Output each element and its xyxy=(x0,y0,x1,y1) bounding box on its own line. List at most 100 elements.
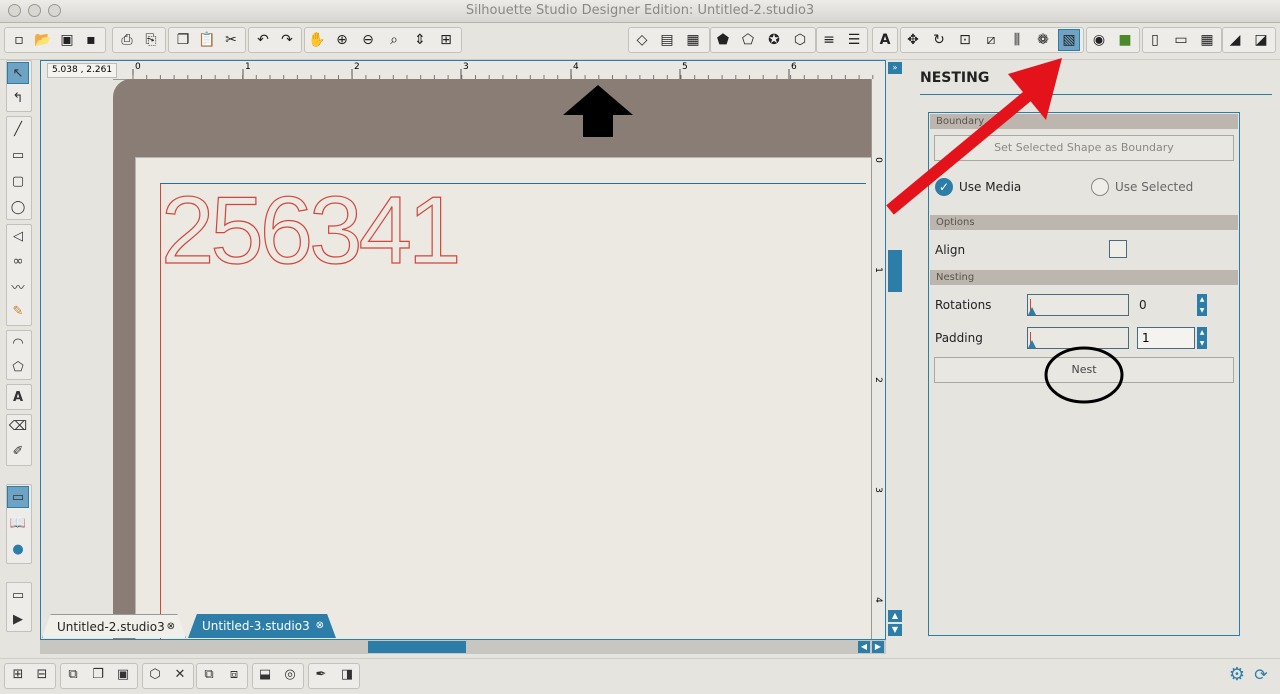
scroll-down-icon[interactable]: ▼ xyxy=(888,624,902,636)
line-style-icon[interactable]: ≡ xyxy=(818,29,840,51)
top-ruler: 0 1 2 3 4 5 6 5.038 , 2.261 xyxy=(41,61,885,80)
store-icon[interactable]: ● xyxy=(7,538,29,560)
library-view-icon[interactable]: 📖 xyxy=(7,512,29,534)
design-text[interactable]: 256341 xyxy=(161,179,461,271)
regular-polygon-icon[interactable]: ⬠ xyxy=(7,356,29,378)
ruler-number: 4 xyxy=(573,62,579,72)
zoom-select-icon[interactable]: ⌕ xyxy=(383,29,405,51)
rectangle-tool-icon[interactable]: ▭ xyxy=(7,144,29,166)
gradient-icon[interactable]: ✪ xyxy=(763,29,785,51)
send-to-cutter-icon[interactable]: ◪ xyxy=(1250,29,1272,51)
align-checkbox[interactable] xyxy=(1109,240,1127,258)
offset-icon[interactable]: ◉ xyxy=(1088,29,1110,51)
knife-tool-icon[interactable]: ✐ xyxy=(7,440,29,462)
close-tab-icon[interactable]: ⊗ xyxy=(167,615,175,638)
fill-pattern-icon[interactable]: ⬡ xyxy=(789,29,811,51)
zoom-out-icon[interactable]: ⊖ xyxy=(357,29,379,51)
release-compound-icon[interactable]: ❐ xyxy=(87,663,109,685)
scroll-left-icon[interactable]: ◀ xyxy=(858,641,870,653)
make-compound-icon[interactable]: ⧉ xyxy=(62,663,84,685)
play-icon[interactable]: ▶ xyxy=(7,608,29,630)
ungroup-icon[interactable]: ⊟ xyxy=(31,663,53,685)
vertical-scroll-thumb[interactable] xyxy=(888,250,902,292)
ruler-number: 3 xyxy=(463,62,469,72)
undo-icon[interactable]: ↶ xyxy=(252,29,274,51)
delete-icon[interactable]: ✕ xyxy=(169,663,191,685)
ruler-number: 4 xyxy=(872,597,883,603)
tab-label: Untitled-2.studio3 xyxy=(57,620,165,634)
select-tool-icon[interactable]: ↖ xyxy=(7,62,29,84)
copy-icon[interactable]: ❐ xyxy=(172,29,194,51)
ellipse-tool-icon[interactable]: ◯ xyxy=(7,196,29,218)
print-icon[interactable]: ⎙ xyxy=(116,29,138,51)
tab-label: Untitled-3.studio3 xyxy=(202,619,310,633)
grid-icon[interactable]: ▦ xyxy=(682,29,704,51)
fit-page-icon[interactable]: ⊞ xyxy=(435,29,457,51)
book-icon[interactable]: ◨ xyxy=(336,663,358,685)
tab-untitled-3[interactable]: Untitled-3.studio3 ⊗ xyxy=(188,614,336,638)
offset-target-icon[interactable]: ◎ xyxy=(279,663,301,685)
cut-settings-icon[interactable]: ▯ xyxy=(1144,29,1166,51)
pen-style-icon[interactable]: ✒ xyxy=(310,663,332,685)
new-document-icon[interactable]: ▫ xyxy=(8,29,30,51)
grid-view-icon[interactable]: ▦ xyxy=(1196,29,1218,51)
scroll-right-icon[interactable]: ▶ xyxy=(872,641,884,653)
weld-icon[interactable]: ⬡ xyxy=(144,663,166,685)
trace-icon[interactable]: ■ xyxy=(1114,29,1136,51)
fill-color-icon[interactable]: ⬟ xyxy=(712,29,734,51)
modify-icon[interactable]: ⬓ xyxy=(254,663,276,685)
pan-hand-icon[interactable]: ✋ xyxy=(306,29,328,51)
print-cut-icon[interactable]: ⎘ xyxy=(140,29,162,51)
sync-icon[interactable]: ⟳ xyxy=(1250,663,1272,685)
design-view-icon[interactable]: ▭ xyxy=(7,486,29,508)
horizontal-scroll-thumb[interactable] xyxy=(368,641,466,653)
line-tool-icon[interactable]: ╱ xyxy=(7,118,29,140)
redo-icon[interactable]: ↷ xyxy=(276,29,298,51)
save-to-library-icon[interactable]: ▪ xyxy=(80,29,102,51)
open-folder-icon[interactable]: 📂 xyxy=(32,29,54,51)
zoom-drag-icon[interactable]: ⇕ xyxy=(409,29,431,51)
rotations-value[interactable]: 0 xyxy=(1139,298,1147,312)
rotations-stepper[interactable]: ▲ ▼ xyxy=(1197,294,1207,316)
scroll-up-icon[interactable]: ▲ xyxy=(888,610,902,622)
red-arrow-annotation xyxy=(886,58,1062,215)
polygon-tool-icon[interactable]: ◁ xyxy=(7,225,29,247)
save-icon[interactable]: ▣ xyxy=(56,29,78,51)
padding-input[interactable]: 1 xyxy=(1137,327,1195,349)
close-tab-icon[interactable]: ⊗ xyxy=(316,614,324,638)
align-label: Align xyxy=(935,243,966,257)
padding-label: Padding xyxy=(935,331,983,345)
ruler-number: 1 xyxy=(872,267,883,273)
cut-icon[interactable]: ✂ xyxy=(220,29,242,51)
duplicate-icon[interactable]: ▣ xyxy=(112,663,134,685)
rotations-slider[interactable] xyxy=(1027,294,1129,316)
settings-gear-icon[interactable]: ⚙ xyxy=(1226,663,1248,685)
tab-untitled-2[interactable]: Untitled-2.studio3 ⊗ xyxy=(42,614,186,638)
send-backward-icon[interactable]: ⧈ xyxy=(223,663,245,685)
text-tool-icon[interactable]: A xyxy=(7,386,29,408)
eraser-tool-icon[interactable]: ⌫ xyxy=(7,415,29,437)
freehand-tool-icon[interactable]: 〰 xyxy=(7,275,29,297)
line-width-icon[interactable]: ☰ xyxy=(843,29,865,51)
circle-annotation xyxy=(1044,346,1124,404)
preview-icon[interactable]: ▭ xyxy=(7,584,29,606)
canvas-area[interactable]: 0 1 2 3 4 5 6 5.038 , 2.261 256341 0 1 2… xyxy=(40,60,886,640)
smooth-freehand-icon[interactable]: ✎ xyxy=(7,300,29,322)
use-selected-radio[interactable] xyxy=(1091,178,1109,196)
curve-tool-icon[interactable]: ∞ xyxy=(7,250,29,272)
line-color-icon[interactable]: ⬠ xyxy=(737,29,759,51)
ruler-number: 2 xyxy=(354,62,360,72)
media-icon[interactable]: ▭ xyxy=(1170,29,1192,51)
page-settings-icon[interactable]: ▤ xyxy=(656,29,678,51)
padding-stepper[interactable]: ▲ ▼ xyxy=(1197,327,1207,349)
zoom-in-icon[interactable]: ⊕ xyxy=(331,29,353,51)
horizontal-scrollbar[interactable]: ◀ ▶ xyxy=(40,640,886,654)
bring-forward-icon[interactable]: ⧉ xyxy=(198,663,220,685)
rounded-rectangle-tool-icon[interactable]: ▢ xyxy=(7,170,29,192)
arc-tool-icon[interactable]: ◠ xyxy=(7,332,29,354)
group-icon[interactable]: ⊞ xyxy=(7,663,29,685)
paste-icon[interactable]: 📋 xyxy=(196,29,218,51)
point-edit-icon[interactable]: ↰ xyxy=(7,87,29,109)
eraser-knife-icon[interactable]: ◢ xyxy=(1224,29,1246,51)
design-page-icon[interactable]: ◇ xyxy=(631,29,653,51)
